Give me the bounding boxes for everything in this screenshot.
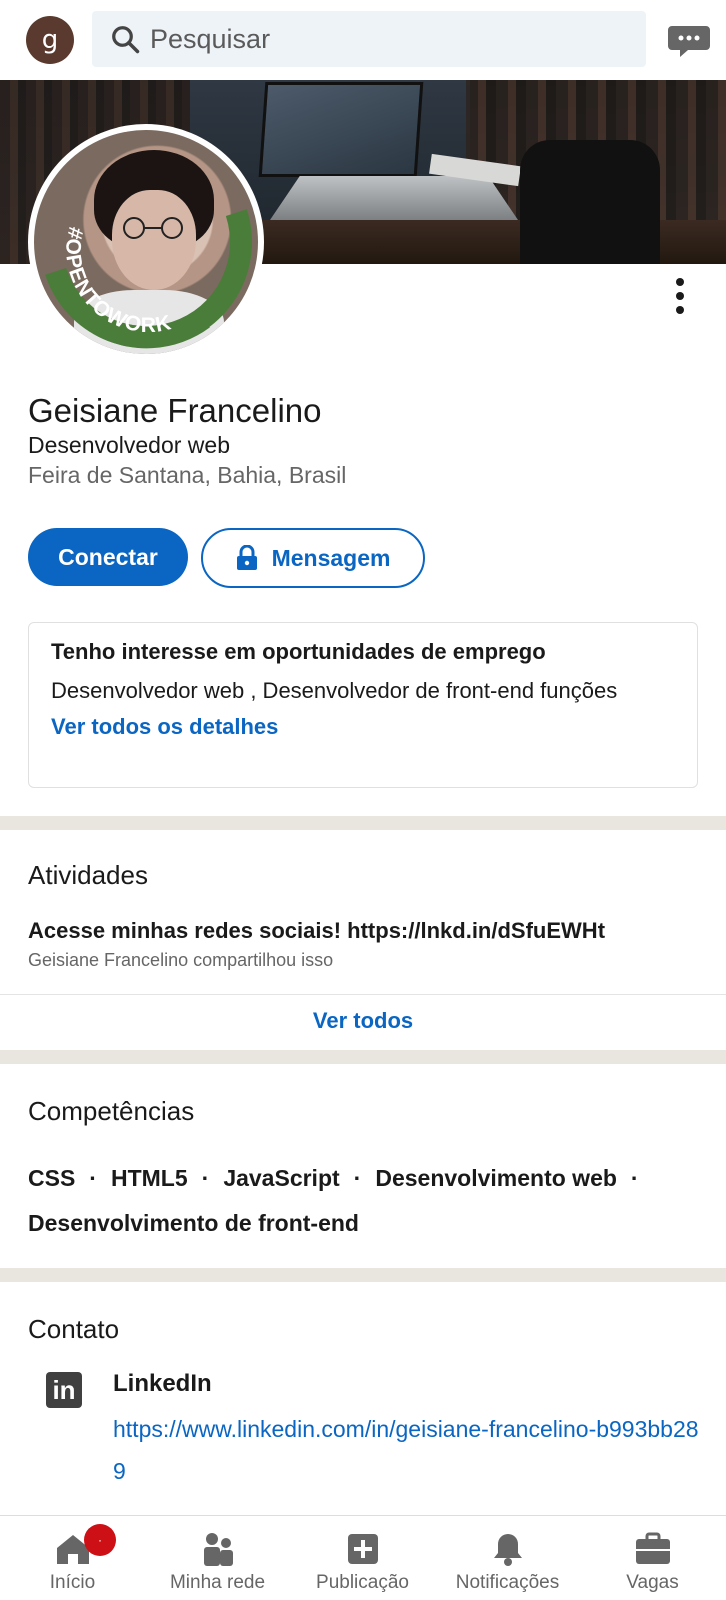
see-all-activity-button[interactable]: Ver todos bbox=[0, 1008, 726, 1034]
bell-icon bbox=[493, 1534, 522, 1566]
skill-item[interactable]: Desenvolvimento de front-end bbox=[28, 1210, 359, 1236]
divider-line bbox=[0, 994, 726, 995]
contact-section-title: Contato bbox=[28, 1314, 120, 1344]
nav-notifications[interactable]: Notificações bbox=[435, 1516, 580, 1600]
skill-item[interactable]: JavaScript bbox=[223, 1165, 339, 1191]
nav-jobs[interactable]: Vagas bbox=[580, 1516, 725, 1600]
linkedin-icon: in bbox=[46, 1372, 82, 1408]
connect-button[interactable]: Conectar bbox=[28, 528, 188, 586]
nav-my-network[interactable]: Minha rede bbox=[145, 1516, 290, 1600]
top-bar: g bbox=[0, 0, 726, 80]
activity-section-title: Atividades bbox=[28, 860, 148, 890]
activity-post-title[interactable]: Acesse minhas redes sociais! https://lnk… bbox=[28, 918, 605, 944]
lock-icon bbox=[236, 545, 257, 570]
skill-item[interactable]: HTML5 bbox=[111, 1165, 188, 1191]
nav-label: Publicação bbox=[316, 1572, 409, 1593]
open-to-work-frame: #OPENTOWORK bbox=[45, 209, 252, 349]
open-to-work-card[interactable]: Tenho interesse em oportunidades de empr… bbox=[28, 622, 698, 788]
notification-badge: · bbox=[84, 1524, 116, 1556]
skills-list: CSS · HTML5 · JavaScript · Desenvolvimento web… bbox=[28, 1165, 639, 1236]
open-to-work-roles: Desenvolvedor web , Desenvolvedor de fro… bbox=[51, 678, 618, 703]
network-icon bbox=[203, 1533, 233, 1566]
search-bar[interactable] bbox=[92, 11, 646, 67]
bottom-navigation: · Início Minha rede Publicação Notificaç… bbox=[0, 1515, 726, 1600]
nav-label: Notificações bbox=[455, 1572, 560, 1593]
skill-item[interactable]: CSS bbox=[28, 1165, 75, 1191]
profile-name: Geisiane Francelino bbox=[28, 392, 322, 429]
post-icon bbox=[347, 1534, 378, 1564]
nav-home[interactable]: · Início bbox=[0, 1516, 145, 1600]
search-input[interactable] bbox=[150, 23, 630, 55]
contact-profile-url[interactable]: https://www.linkedin.com/in/geisiane-fra… bbox=[113, 1408, 703, 1492]
open-to-work-title: Tenho interesse em oportunidades de empr… bbox=[51, 639, 546, 664]
profile-location: Feira de Santana, Bahia, Brasil bbox=[28, 462, 347, 488]
skills-section-title: Competências bbox=[28, 1096, 195, 1126]
nav-label: Início bbox=[49, 1572, 96, 1593]
skill-item[interactable]: Desenvolvimento web bbox=[375, 1165, 617, 1191]
messaging-icon[interactable] bbox=[668, 22, 710, 58]
section-divider bbox=[0, 1050, 726, 1064]
search-icon bbox=[112, 26, 140, 54]
nav-label: Minha rede bbox=[169, 1572, 266, 1593]
briefcase-icon bbox=[635, 1532, 670, 1564]
activity-post-subtitle: Geisiane Francelino compartilhou isso bbox=[28, 950, 334, 970]
see-all-details-link[interactable]: Ver todos os detalhes bbox=[51, 714, 278, 740]
user-avatar[interactable]: g bbox=[26, 16, 74, 64]
profile-photo[interactable]: #OPENTOWORK bbox=[28, 124, 264, 360]
nav-label: Vagas bbox=[626, 1572, 679, 1593]
section-divider bbox=[0, 816, 726, 830]
message-button-label: Mensagem bbox=[271, 544, 391, 571]
nav-post[interactable]: Publicação bbox=[290, 1516, 435, 1600]
section-divider bbox=[0, 1268, 726, 1282]
profile-headline: Desenvolvedor web bbox=[28, 432, 231, 458]
contact-network-name: LinkedIn bbox=[113, 1370, 212, 1397]
more-options-icon[interactable] bbox=[668, 276, 692, 316]
message-button[interactable]: Mensagem bbox=[201, 528, 425, 588]
